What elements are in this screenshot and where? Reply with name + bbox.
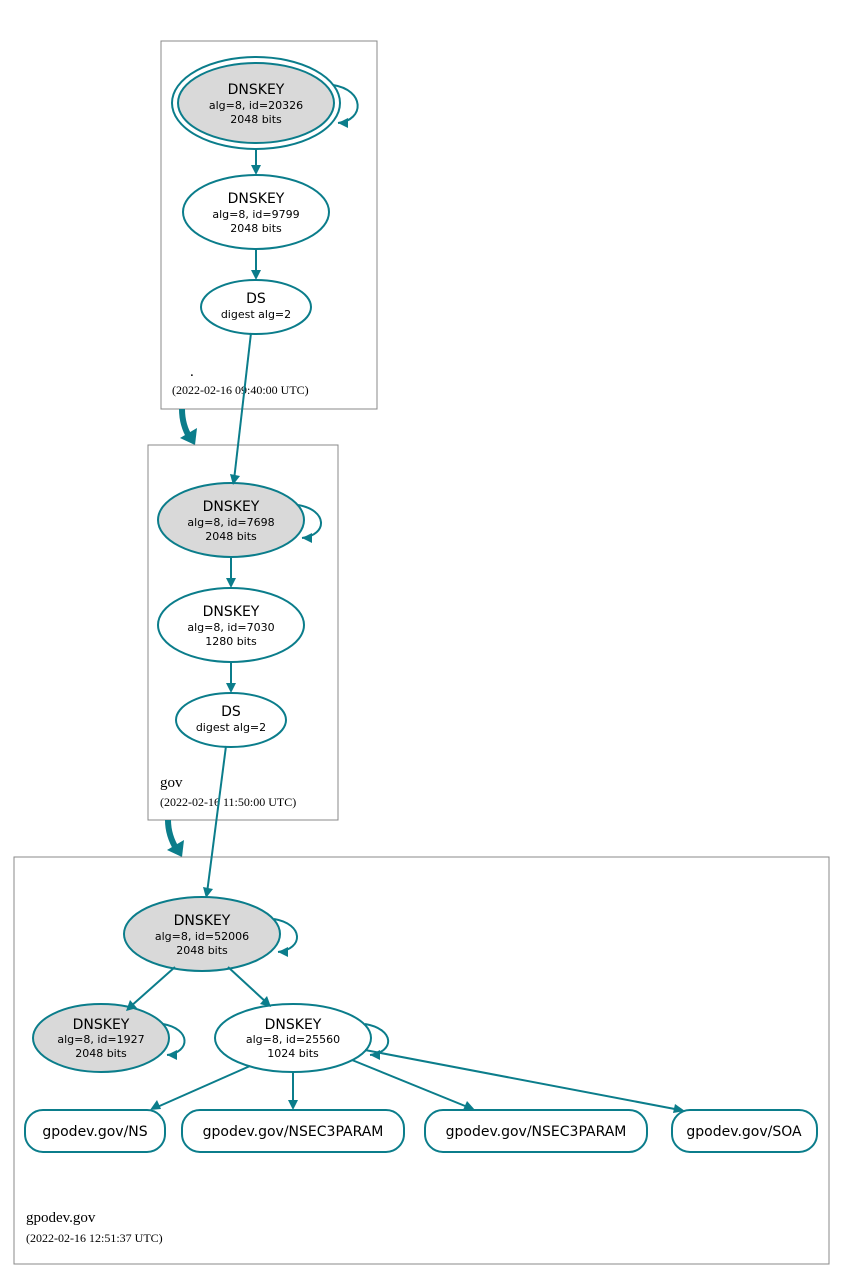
edge-gpksk-gpzsk: [228, 967, 267, 1003]
node-gpodev-k2-title: DNSKEY: [73, 1017, 130, 1033]
node-root-ksk: DNSKEY alg=8, id=20326 2048 bits: [172, 57, 340, 149]
node-rr-nsec3param-1: gpodev.gov/NSEC3PARAM: [182, 1110, 404, 1152]
node-gpodev-zsk-alg: alg=8, id=25560: [246, 1033, 340, 1046]
node-rr-soa: gpodev.gov/SOA: [672, 1110, 817, 1152]
node-gpodev-ksk-title: DNSKEY: [174, 913, 231, 929]
node-gov-ds-title: DS: [221, 704, 241, 720]
node-root-zsk-alg: alg=8, id=9799: [212, 208, 299, 221]
node-gov-ksk-bits: 2048 bits: [205, 530, 257, 543]
zone-gov-timestamp: (2022-02-16 11:50:00 UTC): [160, 795, 296, 809]
node-root-ds-title: DS: [246, 291, 266, 307]
node-root-zsk: DNSKEY alg=8, id=9799 2048 bits: [183, 175, 329, 249]
node-gov-ds: DS digest alg=2: [176, 693, 286, 747]
node-gpodev-k2: DNSKEY alg=8, id=1927 2048 bits: [33, 1004, 169, 1072]
edge-gpzsk-ns: [155, 1066, 250, 1108]
node-gpodev-ksk-alg: alg=8, id=52006: [155, 930, 249, 943]
node-gpodev-ksk: DNSKEY alg=8, id=52006 2048 bits: [124, 897, 280, 971]
node-gpodev-zsk: DNSKEY alg=8, id=25560 1024 bits: [215, 1004, 371, 1072]
edge-gpzsk-soa: [365, 1050, 680, 1110]
rr-n3p1-label: gpodev.gov/NSEC3PARAM: [203, 1124, 384, 1140]
zone-gov-name: gov: [160, 775, 183, 791]
edge-gpksk-gpk2: [130, 967, 175, 1007]
edge-rootds-govksk: [234, 333, 251, 480]
node-gpodev-k2-alg: alg=8, id=1927: [57, 1033, 144, 1046]
node-root-zsk-title: DNSKEY: [228, 191, 285, 207]
zone-root-name: .: [190, 364, 194, 380]
rr-ns-label: gpodev.gov/NS: [42, 1124, 147, 1140]
node-root-ksk-title: DNSKEY: [228, 82, 285, 98]
node-gov-zsk-title: DNSKEY: [203, 604, 260, 620]
zone-gpodev-timestamp: (2022-02-16 12:51:37 UTC): [26, 1231, 163, 1245]
node-gpodev-k2-bits: 2048 bits: [75, 1047, 127, 1060]
zone-gpodev-name: gpodev.gov: [26, 1210, 96, 1226]
rr-soa-label: gpodev.gov/SOA: [686, 1124, 802, 1140]
node-root-zsk-bits: 2048 bits: [230, 222, 282, 235]
node-gpodev-zsk-bits: 1024 bits: [267, 1047, 319, 1060]
node-root-ksk-alg: alg=8, id=20326: [209, 99, 303, 112]
node-root-ds: DS digest alg=2: [201, 280, 311, 334]
dnssec-diagram: . (2022-02-16 09:40:00 UTC) DNSKEY alg=8…: [0, 0, 845, 1278]
rr-n3p2-label: gpodev.gov/NSEC3PARAM: [446, 1124, 627, 1140]
node-gov-ksk-title: DNSKEY: [203, 499, 260, 515]
node-root-ds-alg: digest alg=2: [221, 308, 291, 321]
node-gov-zsk-alg: alg=8, id=7030: [187, 621, 274, 634]
zone-root-timestamp: (2022-02-16 09:40:00 UTC): [172, 383, 309, 397]
node-rr-ns: gpodev.gov/NS: [25, 1110, 165, 1152]
node-rr-nsec3param-2: gpodev.gov/NSEC3PARAM: [425, 1110, 647, 1152]
node-gov-zsk-bits: 1280 bits: [205, 635, 257, 648]
node-gov-zsk: DNSKEY alg=8, id=7030 1280 bits: [158, 588, 304, 662]
node-gov-ksk-alg: alg=8, id=7698: [187, 516, 274, 529]
node-gpodev-ksk-bits: 2048 bits: [176, 944, 228, 957]
node-gpodev-zsk-title: DNSKEY: [265, 1017, 322, 1033]
node-gov-ds-alg: digest alg=2: [196, 721, 266, 734]
node-gov-ksk: DNSKEY alg=8, id=7698 2048 bits: [158, 483, 304, 557]
node-root-ksk-bits: 2048 bits: [230, 113, 282, 126]
